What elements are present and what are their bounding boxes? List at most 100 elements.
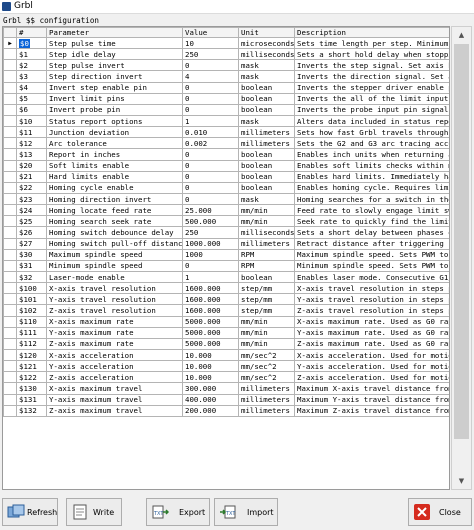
cell-value[interactable]: 0 [182, 170, 239, 183]
table-row[interactable]: $3 Step direction invert 4 mask Inverts the … [3, 70, 449, 83]
table-row[interactable]: $26 Homing switch debounce delay 250 millis… [3, 226, 449, 239]
table-row[interactable]: $31 Minimum spindle speed 0 RPM Minimum spin… [3, 259, 449, 272]
table-row[interactable]: $132 Z-axis maximum travel 200.000 millimet… [3, 404, 449, 417]
refresh-button[interactable]: Refresh [2, 498, 58, 526]
row-selector[interactable] [3, 270, 17, 284]
column-header-unit[interactable]: Unit [238, 27, 295, 38]
table-row[interactable]: $11 Junction deviation 0.010 millimeters Set… [3, 126, 449, 139]
table-row[interactable]: $30 Maximum spindle speed 1000 RPM Maximum s… [3, 248, 449, 261]
row-selector[interactable] [3, 226, 17, 239]
row-selector[interactable] [3, 81, 17, 94]
row-selector[interactable] [3, 382, 17, 395]
cell-value[interactable]: 5000.000 [182, 337, 239, 350]
row-selector[interactable] [3, 237, 17, 250]
table-row[interactable]: $21 Hard limits enable 0 boolean Enables har… [3, 170, 449, 183]
table-row[interactable]: $121 Y-axis acceleration 10.000 mm/sec^2 Y-a… [3, 360, 449, 373]
cell-value[interactable]: 0.002 [182, 137, 239, 150]
table-row[interactable]: $5 Invert limit pins 0 boolean Inverts the a… [3, 92, 449, 105]
row-selector[interactable] [3, 304, 17, 317]
cell-value[interactable]: 200.000 [182, 404, 239, 417]
column-header-number[interactable]: # [16, 27, 47, 38]
row-selector[interactable] [3, 326, 17, 339]
cell-value[interactable]: 400.000 [182, 393, 239, 406]
import-button[interactable]: TXT Import [214, 498, 278, 526]
cell-value[interactable]: 0 [182, 159, 239, 172]
row-selector[interactable] [3, 360, 17, 373]
table-row[interactable]: $20 Soft limits enable 0 boolean Enables sof… [3, 159, 449, 172]
row-selector[interactable]: ▶ [3, 36, 17, 50]
column-header-parameter[interactable]: Parameter [46, 27, 183, 38]
cell-value[interactable]: 5000.000 [182, 326, 239, 339]
table-row[interactable]: $13 Report in inches 0 boolean Enables inch … [3, 148, 449, 161]
table-row[interactable]: $131 Y-axis maximum travel 400.000 millimet… [3, 393, 449, 406]
scroll-down-icon[interactable]: ▼ [452, 473, 471, 489]
cell-value[interactable]: 300.000 [182, 382, 239, 395]
table-row[interactable]: $23 Homing direction invert 0 mask Homing se… [3, 192, 449, 206]
scroll-up-icon[interactable]: ▲ [452, 27, 471, 43]
cell-value[interactable]: 0 [182, 92, 239, 105]
cell-value[interactable]: 1600.000 [182, 282, 239, 295]
row-selector[interactable] [3, 103, 17, 116]
cell-value[interactable]: 0 [182, 181, 239, 194]
cell-value[interactable]: 10.000 [182, 348, 239, 362]
row-selector[interactable] [3, 148, 17, 161]
cell-value[interactable]: 0 [182, 103, 239, 116]
table-row[interactable]: $101 Y-axis travel resolution 1600.000 step… [3, 293, 449, 306]
row-selector[interactable] [3, 48, 17, 61]
row-selector[interactable] [3, 404, 17, 417]
cell-value[interactable]: 250 [182, 48, 239, 61]
table-row[interactable]: $120 X-axis acceleration 10.000 mm/sec^2 X-a… [3, 348, 449, 362]
cell-value[interactable]: 0 [182, 148, 239, 161]
table-row[interactable]: $27 Homing switch pull-off distance 1000.0… [3, 237, 449, 250]
table-row[interactable]: $130 X-axis maximum travel 300.000 millimet… [3, 382, 449, 395]
cell-value[interactable]: 0 [182, 59, 239, 72]
scroll-thumb[interactable] [454, 44, 469, 439]
cell-value[interactable]: 5000.000 [182, 315, 239, 328]
row-selector[interactable] [3, 393, 17, 406]
cell-value[interactable]: 10.000 [182, 371, 239, 384]
table-row[interactable]: $10 Status report options 1 mask Alters data… [3, 114, 449, 128]
row-selector[interactable] [3, 215, 17, 228]
row-selector[interactable] [3, 348, 17, 362]
cell-value[interactable]: 4 [182, 70, 239, 83]
row-selector[interactable] [3, 293, 17, 306]
table-row[interactable]: $6 Invert probe pin 0 boolean Inverts the pr… [3, 103, 449, 116]
table-row[interactable]: $32 Laser-mode enable 1 boolean Enables lase… [3, 270, 449, 284]
row-selector[interactable] [3, 126, 17, 139]
cell-value[interactable]: 0 [182, 81, 239, 94]
row-selector[interactable] [3, 137, 17, 150]
row-selector[interactable] [3, 248, 17, 261]
cell-value[interactable]: 500.000 [182, 215, 239, 228]
vertical-scrollbar[interactable]: ▲ ▼ [451, 26, 472, 490]
table-row[interactable]: $24 Homing locate feed rate 25.000 mm/min Fe… [3, 204, 449, 217]
cell-value[interactable]: 1600.000 [182, 293, 239, 306]
table-row[interactable]: $12 Arc tolerance 0.002 millimeters Sets the… [3, 137, 449, 150]
table-row[interactable]: $111 Y-axis maximum rate 5000.000 mm/min Y-a… [3, 326, 449, 339]
row-selector[interactable] [3, 315, 17, 328]
table-row[interactable]: $25 Homing search seek rate 500.000 mm/min S… [3, 215, 449, 228]
cell-value[interactable]: 0 [182, 259, 239, 272]
row-selector[interactable] [3, 192, 17, 206]
row-selector[interactable] [3, 337, 17, 350]
close-button[interactable]: Close [408, 498, 472, 526]
row-selector[interactable] [3, 371, 17, 384]
cell-value[interactable]: 1600.000 [182, 304, 239, 317]
table-row[interactable]: ▶ $0 Step pulse time 10 microseconds Sets tim… [3, 36, 449, 50]
table-row[interactable]: $2 Step pulse invert 0 mask Inverts the step… [3, 59, 449, 72]
cell-value[interactable]: 0.010 [182, 126, 239, 139]
row-selector[interactable] [3, 159, 17, 172]
cell-value[interactable]: 1 [182, 270, 239, 284]
table-row[interactable]: $122 Z-axis acceleration 10.000 mm/sec^2 Z-a… [3, 371, 449, 384]
table-row[interactable]: $110 X-axis maximum rate 5000.000 mm/min X-a… [3, 315, 449, 328]
cell-value[interactable]: 10 [182, 36, 239, 50]
table-row[interactable]: $22 Homing cycle enable 0 boolean Enables ho… [3, 181, 449, 194]
cell-value[interactable]: 250 [182, 226, 239, 239]
cell-value[interactable]: 0 [182, 192, 239, 206]
row-selector[interactable] [3, 282, 17, 295]
table-row[interactable]: $4 Invert step enable pin 0 boolean Inverts … [3, 81, 449, 94]
cell-value[interactable]: 1000 [182, 248, 239, 261]
row-selector[interactable] [3, 170, 17, 183]
row-selector[interactable] [3, 204, 17, 217]
export-button[interactable]: TXT Export [146, 498, 210, 526]
write-button[interactable]: Write [66, 498, 122, 526]
